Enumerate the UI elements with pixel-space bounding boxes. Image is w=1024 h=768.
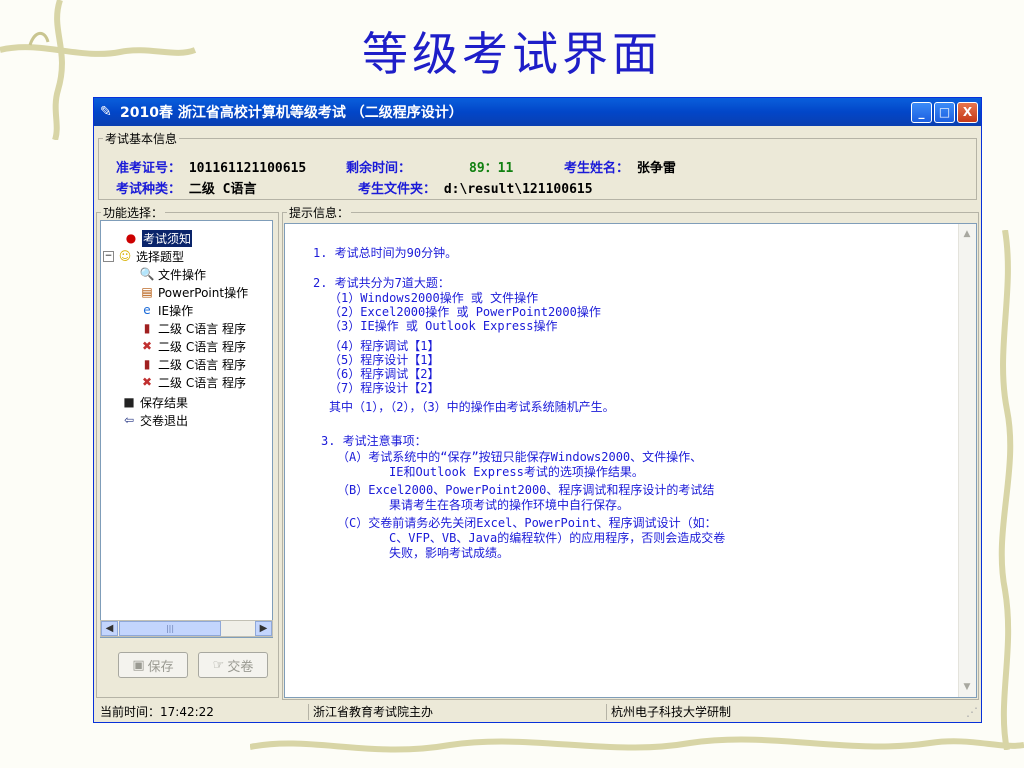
hint-line: （5）程序设计【1】 bbox=[329, 353, 440, 367]
tree-item-c-design-2[interactable]: ✖ 二级 C语言 程序 bbox=[139, 373, 246, 391]
maximize-button[interactable]: □ bbox=[934, 101, 955, 123]
vine-bottom-decoration bbox=[250, 736, 1024, 753]
folder-row: 考生文件夹： d:\result\121100615 bbox=[358, 178, 593, 197]
exam-type-label: 考试种类： bbox=[116, 182, 182, 197]
function-tree[interactable]: ● 考试须知 − ☺ 选择题型 🔍 文件操作 ▤ PowerPoint操作 e … bbox=[100, 220, 273, 638]
exit-arrow-icon: ⇦ bbox=[123, 413, 135, 427]
folder-label: 考生文件夹： bbox=[358, 182, 437, 197]
tree-item-c-design-1[interactable]: ✖ 二级 C语言 程序 bbox=[139, 337, 246, 355]
slide-title: 等级考试界面 bbox=[362, 27, 662, 81]
status-bar: 当前时间：17:42:22 浙江省教育考试院主办 杭州电子科技大学研制 ⋰ bbox=[94, 702, 981, 722]
hint-line: 3. 考试注意事项： bbox=[321, 434, 427, 448]
tree-item-c-debug-2[interactable]: ▮ 二级 C语言 程序 bbox=[139, 355, 246, 373]
hand-pointer-icon: ☞ bbox=[212, 657, 225, 673]
save-button[interactable]: ▣ 保存 bbox=[118, 652, 188, 678]
hint-vertical-scrollbar[interactable]: ▲ ▼ bbox=[958, 224, 976, 697]
resize-grip-icon[interactable]: ⋰ bbox=[962, 704, 978, 720]
hint-line: IE和Outlook Express考试的选项操作结果。 bbox=[389, 465, 644, 479]
name-value: 张争雷 bbox=[636, 161, 676, 176]
program-design-icon: ✖ bbox=[141, 339, 153, 353]
pencil-icon: ✎ bbox=[100, 104, 112, 120]
exam-id-label: 准考证号： bbox=[116, 161, 182, 176]
name-label: 考生姓名： bbox=[564, 161, 630, 176]
window-title: 2010春 浙江省高校计算机等级考试 （二级程序设计） bbox=[120, 105, 463, 121]
smiley-icon: ☺ bbox=[118, 249, 132, 263]
hint-line: （2）Excel2000操作 或 PowerPoint2000操作 bbox=[329, 305, 601, 319]
hint-line: （7）程序设计【2】 bbox=[329, 381, 440, 395]
powerpoint-icon: ▤ bbox=[141, 285, 153, 299]
hint-line: 1. 考试总时间为90分钟。 bbox=[313, 246, 458, 260]
program-debug-icon: ▮ bbox=[143, 357, 151, 371]
exam-type-value: 二级 C语言 bbox=[188, 182, 257, 197]
current-time: 当前时间：17:42:22 bbox=[96, 704, 214, 720]
student-name: 考生姓名： 张争雷 bbox=[564, 157, 676, 176]
save-icon: ▣ bbox=[132, 657, 145, 673]
developer-text: 杭州电子科技大学研制 bbox=[606, 704, 731, 720]
hint-line: （6）程序调试【2】 bbox=[329, 367, 440, 381]
tree-item-c-debug-1[interactable]: ▮ 二级 C语言 程序 bbox=[139, 319, 246, 337]
ie-icon: e bbox=[143, 303, 151, 317]
tree-item-powerpoint[interactable]: ▤ PowerPoint操作 bbox=[139, 283, 248, 301]
hint-line: （3）IE操作 或 Outlook Express操作 bbox=[329, 319, 558, 333]
scroll-down-button[interactable]: ▼ bbox=[959, 679, 975, 695]
tree-horizontal-scrollbar[interactable]: ◀ ||| ▶ bbox=[100, 620, 273, 637]
minimize-button[interactable]: _ bbox=[911, 101, 932, 123]
tree-item-select-type[interactable]: − ☺ 选择题型 bbox=[103, 247, 184, 265]
hint-line: C、VFP、VB、Java的编程软件）的应用程序，否则会造成交卷 bbox=[389, 531, 726, 545]
function-label: 功能选择： bbox=[101, 204, 166, 221]
tree-item-file-op[interactable]: 🔍 文件操作 bbox=[139, 265, 207, 283]
vine-right-decoration bbox=[998, 230, 1014, 750]
exam-id-value: 101161121100615 bbox=[188, 161, 307, 176]
time-left-label: 剩余时间： bbox=[346, 161, 412, 176]
program-design-icon: ✖ bbox=[141, 375, 153, 389]
tree-item-submit-exit[interactable]: ⇦ 交卷退出 bbox=[121, 411, 188, 429]
hint-line: （4）程序调试【1】 bbox=[329, 339, 440, 353]
hint-line: （B）Excel2000、PowerPoint2000、程序调试和程序设计的考试… bbox=[337, 483, 715, 497]
traffic-light-icon: ● bbox=[125, 231, 137, 245]
tree-item-exam-notice[interactable]: ● 考试须知 bbox=[123, 229, 193, 247]
exam-window: ✎ 2010春 浙江省高校计算机等级考试 （二级程序设计） _ □ X 考试基本… bbox=[93, 97, 982, 723]
scroll-thumb[interactable]: ||| bbox=[119, 621, 221, 636]
collapse-icon: − bbox=[103, 250, 114, 262]
hint-line: （C）交卷前请务必先关闭Excel、PowerPoint、程序调试设计（如： bbox=[337, 516, 717, 530]
program-debug-icon: ▮ bbox=[143, 321, 151, 335]
window-titlebar[interactable]: ✎ 2010春 浙江省高校计算机等级考试 （二级程序设计） _ □ X bbox=[94, 98, 981, 126]
folder-value: d:\result\121100615 bbox=[443, 182, 593, 197]
organizer-text: 浙江省教育考试院主办 bbox=[308, 704, 433, 720]
scroll-right-button[interactable]: ▶ bbox=[255, 621, 272, 636]
tree-item-save[interactable]: ■ 保存结果 bbox=[121, 393, 188, 411]
hint-line: （A）考试系统中的“保存”按钮只能保存Windows2000、文件操作、 bbox=[337, 450, 703, 464]
scroll-up-button[interactable]: ▲ bbox=[959, 226, 975, 242]
hint-line: 其中（1），（2），（3）中的操作由考试系统随机产生。 bbox=[329, 400, 615, 414]
hint-line: （1）Windows2000操作 或 文件操作 bbox=[329, 291, 539, 305]
hint-text-area[interactable]: 1. 考试总时间为90分钟。 2. 考试共分为7道大题： （1）Windows2… bbox=[284, 223, 977, 698]
close-button[interactable]: X bbox=[957, 101, 978, 123]
hint-label: 提示信息： bbox=[287, 204, 352, 221]
hint-line: 2. 考试共分为7道大题： bbox=[313, 276, 450, 290]
info-row-2: 考试种类： 二级 C语言 bbox=[116, 178, 257, 197]
scroll-left-button[interactable]: ◀ bbox=[101, 621, 118, 636]
basic-info-label: 考试基本信息 bbox=[103, 130, 180, 147]
floppy-icon: ■ bbox=[123, 395, 135, 409]
hint-line: 果请考生在各项考试的操作环境中自行保存。 bbox=[389, 498, 630, 512]
current-time-value: 17:42:22 bbox=[160, 705, 214, 719]
submit-button[interactable]: ☞ 交卷 bbox=[198, 652, 268, 678]
info-row-1: 准考证号： 101161121100615 bbox=[116, 157, 306, 176]
current-time-label: 当前时间： bbox=[100, 705, 161, 719]
hint-line: 失败，影响考试成绩。 bbox=[389, 546, 510, 560]
tree-item-ie[interactable]: e IE操作 bbox=[139, 301, 193, 319]
time-left: 剩余时间： bbox=[346, 157, 411, 176]
search-folder-icon: 🔍 bbox=[139, 267, 155, 281]
time-left-value: 89：11 bbox=[469, 161, 514, 176]
